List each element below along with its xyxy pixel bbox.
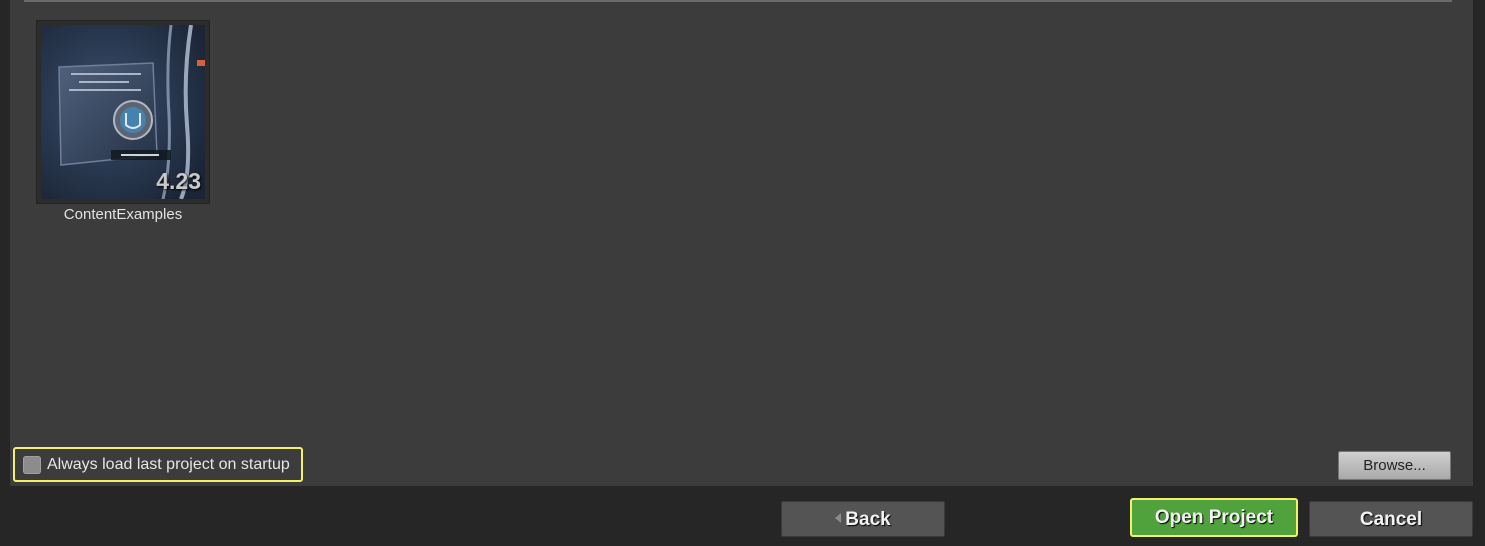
project-thumbnail[interactable]: 4.23 <box>36 20 210 204</box>
browse-button[interactable]: Browse... <box>1338 451 1451 480</box>
back-button-label: Back <box>845 509 891 530</box>
panel-top-divider <box>24 0 1452 2</box>
always-load-label: Always load last project on startup <box>47 455 290 473</box>
engine-version-badge: 4.23 <box>156 168 201 194</box>
open-project-button[interactable]: Open Project <box>1130 498 1298 537</box>
cancel-button[interactable]: Cancel <box>1309 501 1473 537</box>
always-load-last-project-option[interactable]: Always load last project on startup <box>13 447 303 482</box>
project-browser-panel <box>10 0 1473 486</box>
back-arrow-icon <box>835 512 842 523</box>
always-load-checkbox[interactable] <box>23 455 41 474</box>
project-tile-contentexamples[interactable]: 4.23 ContentExamples <box>36 20 210 230</box>
project-name-label: ContentExamples <box>63 206 183 223</box>
back-button[interactable]: Back <box>781 501 945 537</box>
